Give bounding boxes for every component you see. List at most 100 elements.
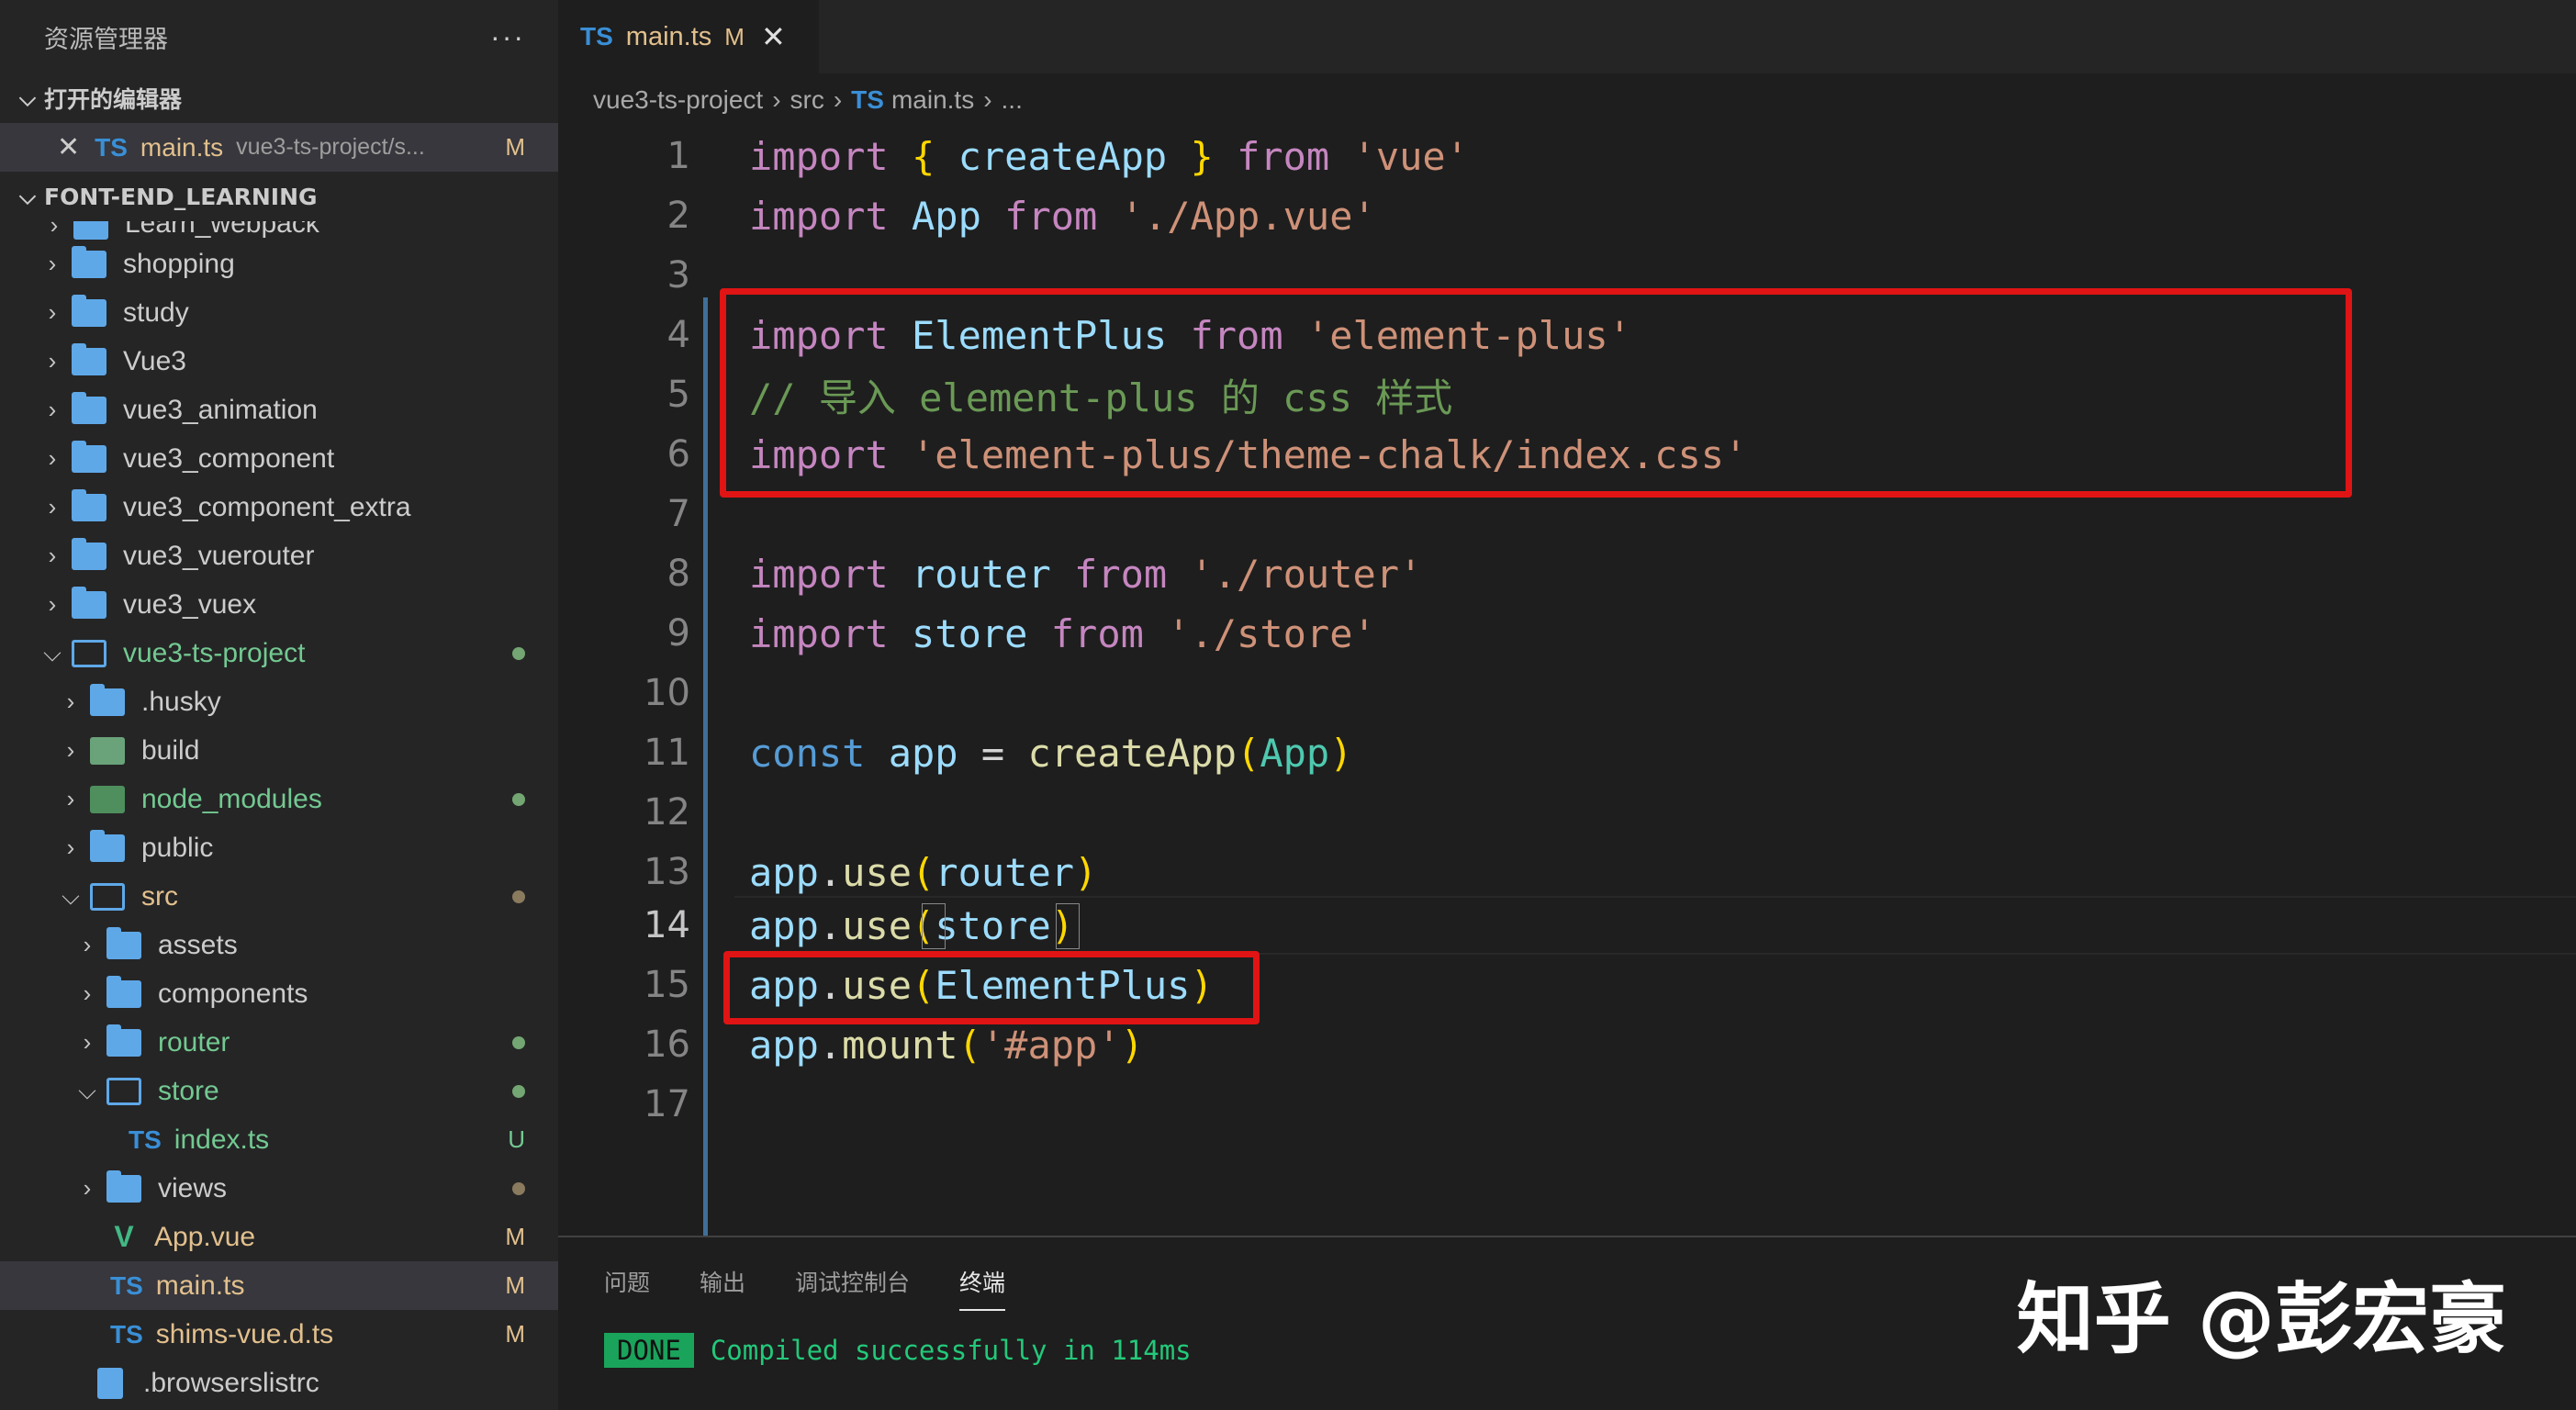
chevron-down-icon: ⌵ [18, 85, 37, 111]
open-editors-section[interactable]: ⌵ 打开的编辑器 [0, 73, 558, 123]
code-text: app.use(store) [749, 902, 1075, 948]
line-number: 2 [666, 195, 690, 237]
tree-item-build[interactable]: › build [0, 726, 558, 775]
chevron-right-icon: › [48, 444, 57, 472]
code-text: import { createApp } from 'vue' [749, 133, 1469, 179]
editor-tabs: TS main.ts M ✕ [558, 0, 2576, 73]
tree-item-public[interactable]: › public [0, 823, 558, 872]
tree-item-vue3-animation[interactable]: › vue3_animation [0, 386, 558, 434]
tree-item-router[interactable]: › router [0, 1018, 558, 1067]
chevron-right-icon: › [48, 590, 57, 618]
tree-item-vue3[interactable]: › Vue3 [0, 337, 558, 386]
folder-icon [106, 926, 141, 959]
tree-item-study[interactable]: › study [0, 288, 558, 337]
close-icon[interactable]: ✕ [57, 131, 80, 163]
tree-item-label: shopping [123, 248, 235, 279]
tree-item-label: study [123, 297, 189, 328]
code-line: 1 import { createApp } from 'vue' [558, 127, 2576, 185]
tree-item-label: Learn_webpack [125, 221, 319, 239]
tree-item-vue3-component-extra[interactable]: › vue3_component_extra [0, 483, 558, 532]
tab-main-ts[interactable]: TS main.ts M ✕ [558, 0, 819, 73]
tree-item-label: vue3_component_extra [123, 491, 411, 522]
tab-terminal[interactable]: 终端 [959, 1258, 1006, 1311]
tree-item-label: Vue3 [123, 345, 186, 376]
tree-item-app-vue[interactable]: V App.vue M [0, 1213, 558, 1261]
folder-icon [106, 1024, 141, 1057]
chevron-down-icon: ⌵ [62, 881, 80, 910]
tree-item-label: assets [158, 929, 238, 960]
tree-item-assets[interactable]: › assets [0, 921, 558, 969]
tab-label: main.ts [625, 21, 712, 51]
terminal-output[interactable]: DONE Compiled successfully in 114ms [604, 1333, 1192, 1368]
open-editor-item[interactable]: ✕ TS main.ts vue3-ts-project/s... M [0, 123, 558, 172]
tree-item-src[interactable]: ⌵ src [0, 872, 558, 921]
tree-item-index-ts[interactable]: TS index.ts U [0, 1115, 558, 1164]
untracked-badge: U [508, 1125, 525, 1153]
tree-item-shopping[interactable]: › shopping [0, 240, 558, 288]
folder-icon [72, 537, 106, 570]
explorer-title: 资源管理器 [44, 25, 168, 54]
tree-item-shims-vue[interactable]: TS shims-vue.d.ts M [0, 1310, 558, 1359]
folder-icon [72, 586, 106, 619]
tree-item-label: components [158, 978, 308, 1009]
tree-item-node-modules[interactable]: › node_modules [0, 775, 558, 823]
tree-item-partial[interactable]: › Learn_webpack [0, 221, 558, 240]
more-actions-icon[interactable]: ··· [490, 20, 525, 54]
chevron-right-icon: › [48, 347, 57, 375]
changes-dot [512, 1035, 525, 1049]
folder-icon [90, 829, 125, 862]
breadcrumb-project[interactable]: vue3-ts-project [593, 85, 763, 115]
code-text: import store from './store' [749, 610, 1376, 656]
breadcrumb-folder[interactable]: src [790, 85, 824, 115]
chevron-down-icon: ⌵ [43, 638, 62, 666]
folder-icon [106, 1169, 141, 1203]
project-section[interactable]: ⌵ FONT-END_LEARNING [0, 172, 558, 221]
tree-item-vue3-component[interactable]: › vue3_component [0, 434, 558, 483]
line-number: 13 [644, 851, 690, 893]
tab-debug-console[interactable]: 调试控制台 [795, 1258, 910, 1305]
tree-item-label: main.ts [155, 1270, 245, 1301]
tree-item-main-ts[interactable]: TS main.ts M [0, 1261, 558, 1310]
tree-item-vue3-vuex[interactable]: › vue3_vuex [0, 580, 558, 629]
changes-dot [512, 792, 525, 806]
typescript-icon: TS [110, 1319, 143, 1348]
tree-item-vue3-ts-project[interactable]: ⌵ vue3-ts-project [0, 629, 558, 677]
changes-dot [512, 890, 525, 903]
tree-item-label: index.ts [174, 1124, 270, 1155]
tree-item-husky[interactable]: › .husky [0, 677, 558, 726]
chevron-right-icon: › [48, 542, 57, 569]
tree-item-browserslistrc[interactable]: .browserslistrc [0, 1359, 558, 1407]
code-text: app.mount('#app') [749, 1022, 1144, 1068]
changes-dot [512, 646, 525, 660]
breadcrumb-symbols[interactable]: ... [1002, 85, 1023, 115]
tree-item-vue3-vuerouter[interactable]: › vue3_vuerouter [0, 532, 558, 580]
tree-item-label: App.vue [154, 1221, 256, 1252]
line-number: 3 [666, 254, 690, 297]
tree-item-label: vue3_vuex [123, 588, 257, 620]
line-number: 14 [644, 904, 690, 946]
tree-item-store[interactable]: ⌵ store [0, 1067, 558, 1115]
line-number: 8 [666, 553, 690, 595]
line-number: 4 [666, 314, 690, 356]
line-number: 9 [666, 612, 690, 655]
project-label: FONT-END_LEARNING [44, 183, 318, 210]
explorer-header: 资源管理器 ··· [0, 0, 558, 73]
breadcrumb-file[interactable]: main.ts [891, 85, 974, 115]
tab-problems[interactable]: 问题 [604, 1258, 650, 1305]
tree-item-label: vue3-ts-project [123, 637, 306, 668]
chevron-down-icon: ⌵ [78, 1076, 96, 1104]
chevron-right-icon: › [48, 250, 57, 277]
modified-badge: M [505, 133, 525, 161]
tab-output[interactable]: 输出 [700, 1258, 745, 1305]
chevron-right-icon: › [83, 1174, 92, 1202]
tree-item-label: router [158, 1026, 230, 1058]
tree-item-label: views [158, 1172, 228, 1203]
close-icon[interactable]: ✕ [761, 19, 786, 54]
tree-item-views[interactable]: › views [0, 1164, 558, 1213]
tree-item-components[interactable]: › components [0, 969, 558, 1018]
code-text: app.use(router) [749, 849, 1098, 895]
line-number: 7 [666, 493, 690, 535]
build-folder-icon [90, 736, 125, 765]
watermark: 知乎 @彭宏豪 [2016, 1274, 2506, 1364]
folder-icon [72, 294, 106, 327]
